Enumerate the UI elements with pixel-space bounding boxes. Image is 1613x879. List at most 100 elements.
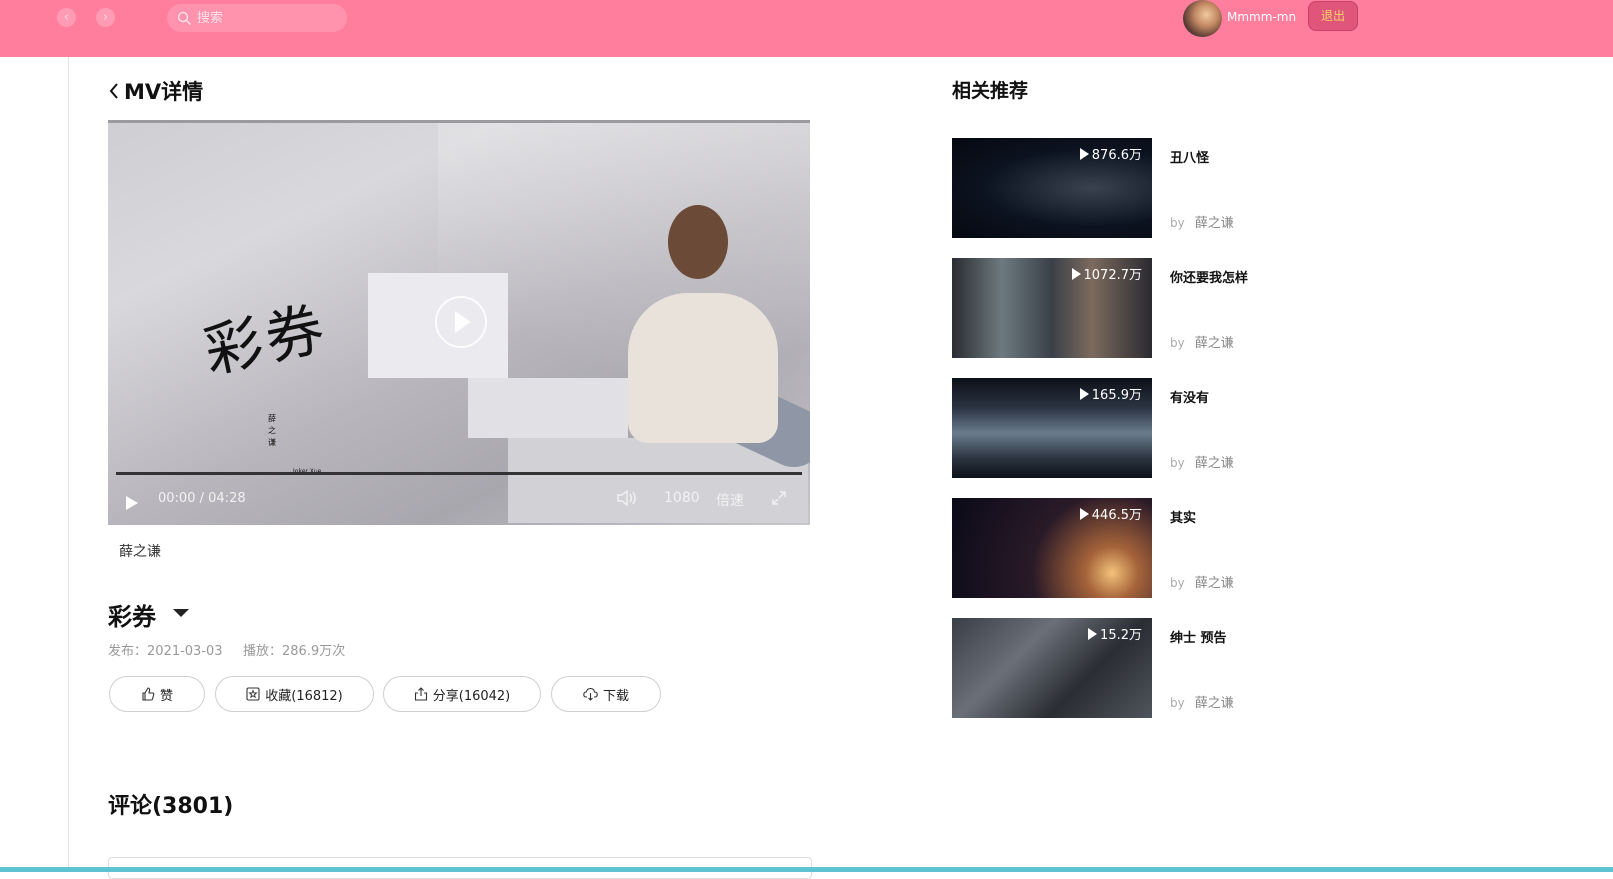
- play-count-value: 165.9万: [1091, 388, 1142, 403]
- top-bar: ‹ › Mmmm-mn 退出: [0, 0, 1613, 57]
- recommendation-title[interactable]: 有没有: [1170, 387, 1209, 406]
- play-button[interactable]: [126, 496, 138, 510]
- share-icon: [414, 687, 427, 701]
- play-count-badge: 876.6万: [1079, 144, 1142, 163]
- duration: 04:28: [208, 491, 246, 506]
- poster-artist-char: 谦: [268, 438, 276, 447]
- download-button[interactable]: 下载: [551, 676, 661, 712]
- play-count-badge: 15.2万: [1088, 624, 1142, 643]
- play-count-badge: 446.5万: [1079, 504, 1142, 523]
- play-count: 播放：286.9万次: [243, 644, 346, 659]
- fullscreen-icon: [772, 491, 786, 505]
- like-label: 赞: [159, 688, 173, 704]
- time-separator: /: [199, 491, 204, 506]
- username[interactable]: Mmmm-mn: [1227, 9, 1296, 25]
- progress-bar[interactable]: [116, 472, 802, 475]
- collect-label: 收藏(16812): [265, 688, 343, 704]
- search-box[interactable]: [167, 4, 347, 32]
- recommendation-item[interactable]: 446.5万 其实 by 薛之谦: [952, 498, 1372, 598]
- time-display: 00:00 / 04:28: [158, 491, 246, 506]
- recommendation-title[interactable]: 其实: [1170, 507, 1196, 526]
- recommendation-thumbnail[interactable]: 1072.7万: [952, 258, 1152, 358]
- play-icon: [1079, 507, 1089, 520]
- bottom-accent-bar: [0, 867, 1613, 872]
- share-label: 分享(16042): [432, 688, 511, 704]
- caret-down-icon[interactable]: [173, 609, 189, 617]
- play-icon: [1071, 267, 1081, 280]
- recommendation-byline: by 薛之谦: [1170, 212, 1234, 231]
- recommendation-byline: by 薛之谦: [1170, 332, 1234, 351]
- volume-button[interactable]: [616, 489, 638, 511]
- recommendation-thumbnail[interactable]: 446.5万: [952, 498, 1152, 598]
- recommendation-title[interactable]: 绅士 预告: [1170, 627, 1227, 646]
- poster-artist-char: 之: [268, 426, 276, 435]
- back-nav-button[interactable]: ‹: [57, 8, 76, 27]
- publish-date: 发布：2021-03-03: [108, 644, 223, 659]
- search-icon: [177, 11, 191, 25]
- recommendation-artist[interactable]: 薛之谦: [1195, 216, 1234, 231]
- thumbs-up-icon: [142, 687, 155, 701]
- by-label: by: [1170, 576, 1185, 590]
- recommendation-byline: by 薛之谦: [1170, 572, 1234, 591]
- center-play-button[interactable]: [435, 296, 487, 348]
- play-count-value: 876.6万: [1091, 148, 1142, 163]
- recommendation-title[interactable]: 丑八怪: [1170, 147, 1209, 166]
- stair-step: [468, 378, 628, 438]
- recommendations-heading: 相关推荐: [952, 80, 1029, 102]
- recommendation-item[interactable]: 15.2万 绅士 预告 by 薛之谦: [952, 618, 1372, 718]
- avatar[interactable]: [1183, 0, 1222, 37]
- cloud-download-icon: [583, 687, 598, 701]
- recommendation-thumbnail[interactable]: 15.2万: [952, 618, 1152, 718]
- play-icon: [1079, 387, 1089, 400]
- volume-icon: [617, 489, 636, 507]
- by-label: by: [1170, 216, 1185, 230]
- recommendation-item[interactable]: 876.6万 丑八怪 by 薛之谦: [952, 138, 1372, 238]
- poster-artist-char: 薛: [268, 414, 276, 423]
- share-button[interactable]: 分享(16042): [383, 676, 541, 712]
- recommendation-thumbnail[interactable]: 165.9万: [952, 378, 1152, 478]
- play-count-value: 1072.7万: [1083, 268, 1143, 283]
- chevron-right-icon: ›: [102, 10, 109, 25]
- back-button[interactable]: MV详情: [108, 76, 203, 106]
- figure-head: [668, 205, 728, 279]
- play-icon: [1088, 627, 1098, 640]
- recommendation-artist[interactable]: 薛之谦: [1195, 696, 1234, 711]
- page-title: MV详情: [124, 80, 204, 104]
- recommendation-byline: by 薛之谦: [1170, 452, 1234, 471]
- quality-button[interactable]: 1080: [664, 490, 700, 506]
- play-count-value: 446.5万: [1091, 508, 1142, 523]
- left-divider: [68, 57, 69, 872]
- play-icon: [1079, 147, 1089, 160]
- current-time: 00:00: [158, 491, 196, 506]
- recommendation-thumbnail[interactable]: 876.6万: [952, 138, 1152, 238]
- play-count-badge: 165.9万: [1079, 384, 1142, 403]
- video-player[interactable]: 彩券 薛 之 谦 Joker Xue 00:00 / 04:28 1080 倍速: [108, 120, 810, 525]
- speed-button[interactable]: 倍速: [716, 490, 744, 510]
- recommendation-artist[interactable]: 薛之谦: [1195, 576, 1234, 591]
- search-input[interactable]: [195, 9, 339, 27]
- recommendation-title[interactable]: 你还要我怎样: [1170, 267, 1248, 286]
- fullscreen-button[interactable]: [770, 489, 788, 511]
- collect-button[interactable]: 收藏(16812): [215, 676, 374, 712]
- by-label: by: [1170, 336, 1185, 350]
- artist-name[interactable]: 薛之谦: [119, 541, 161, 561]
- recommendation-item[interactable]: 1072.7万 你还要我怎样 by 薛之谦: [952, 258, 1372, 358]
- chevron-left-icon: ‹: [63, 10, 70, 25]
- recommendation-artist[interactable]: 薛之谦: [1195, 456, 1234, 471]
- poster-artist: 薛 之 谦: [268, 413, 276, 449]
- poster-title: 彩券: [198, 293, 334, 387]
- logout-button[interactable]: 退出: [1308, 1, 1358, 31]
- mv-title: 彩券: [108, 603, 156, 631]
- recommendation-artist[interactable]: 薛之谦: [1195, 336, 1234, 351]
- chevron-left-icon: [109, 83, 118, 99]
- forward-nav-button[interactable]: ›: [96, 8, 115, 27]
- play-count-badge: 1072.7万: [1071, 264, 1143, 283]
- figure-body: [628, 293, 778, 443]
- play-count-value: 15.2万: [1100, 628, 1142, 643]
- recommendation-item[interactable]: 165.9万 有没有 by 薛之谦: [952, 378, 1372, 478]
- like-button[interactable]: 赞: [109, 676, 205, 712]
- by-label: by: [1170, 696, 1185, 710]
- by-label: by: [1170, 456, 1185, 470]
- recommendation-byline: by 薛之谦: [1170, 692, 1234, 711]
- download-label: 下载: [602, 688, 629, 704]
